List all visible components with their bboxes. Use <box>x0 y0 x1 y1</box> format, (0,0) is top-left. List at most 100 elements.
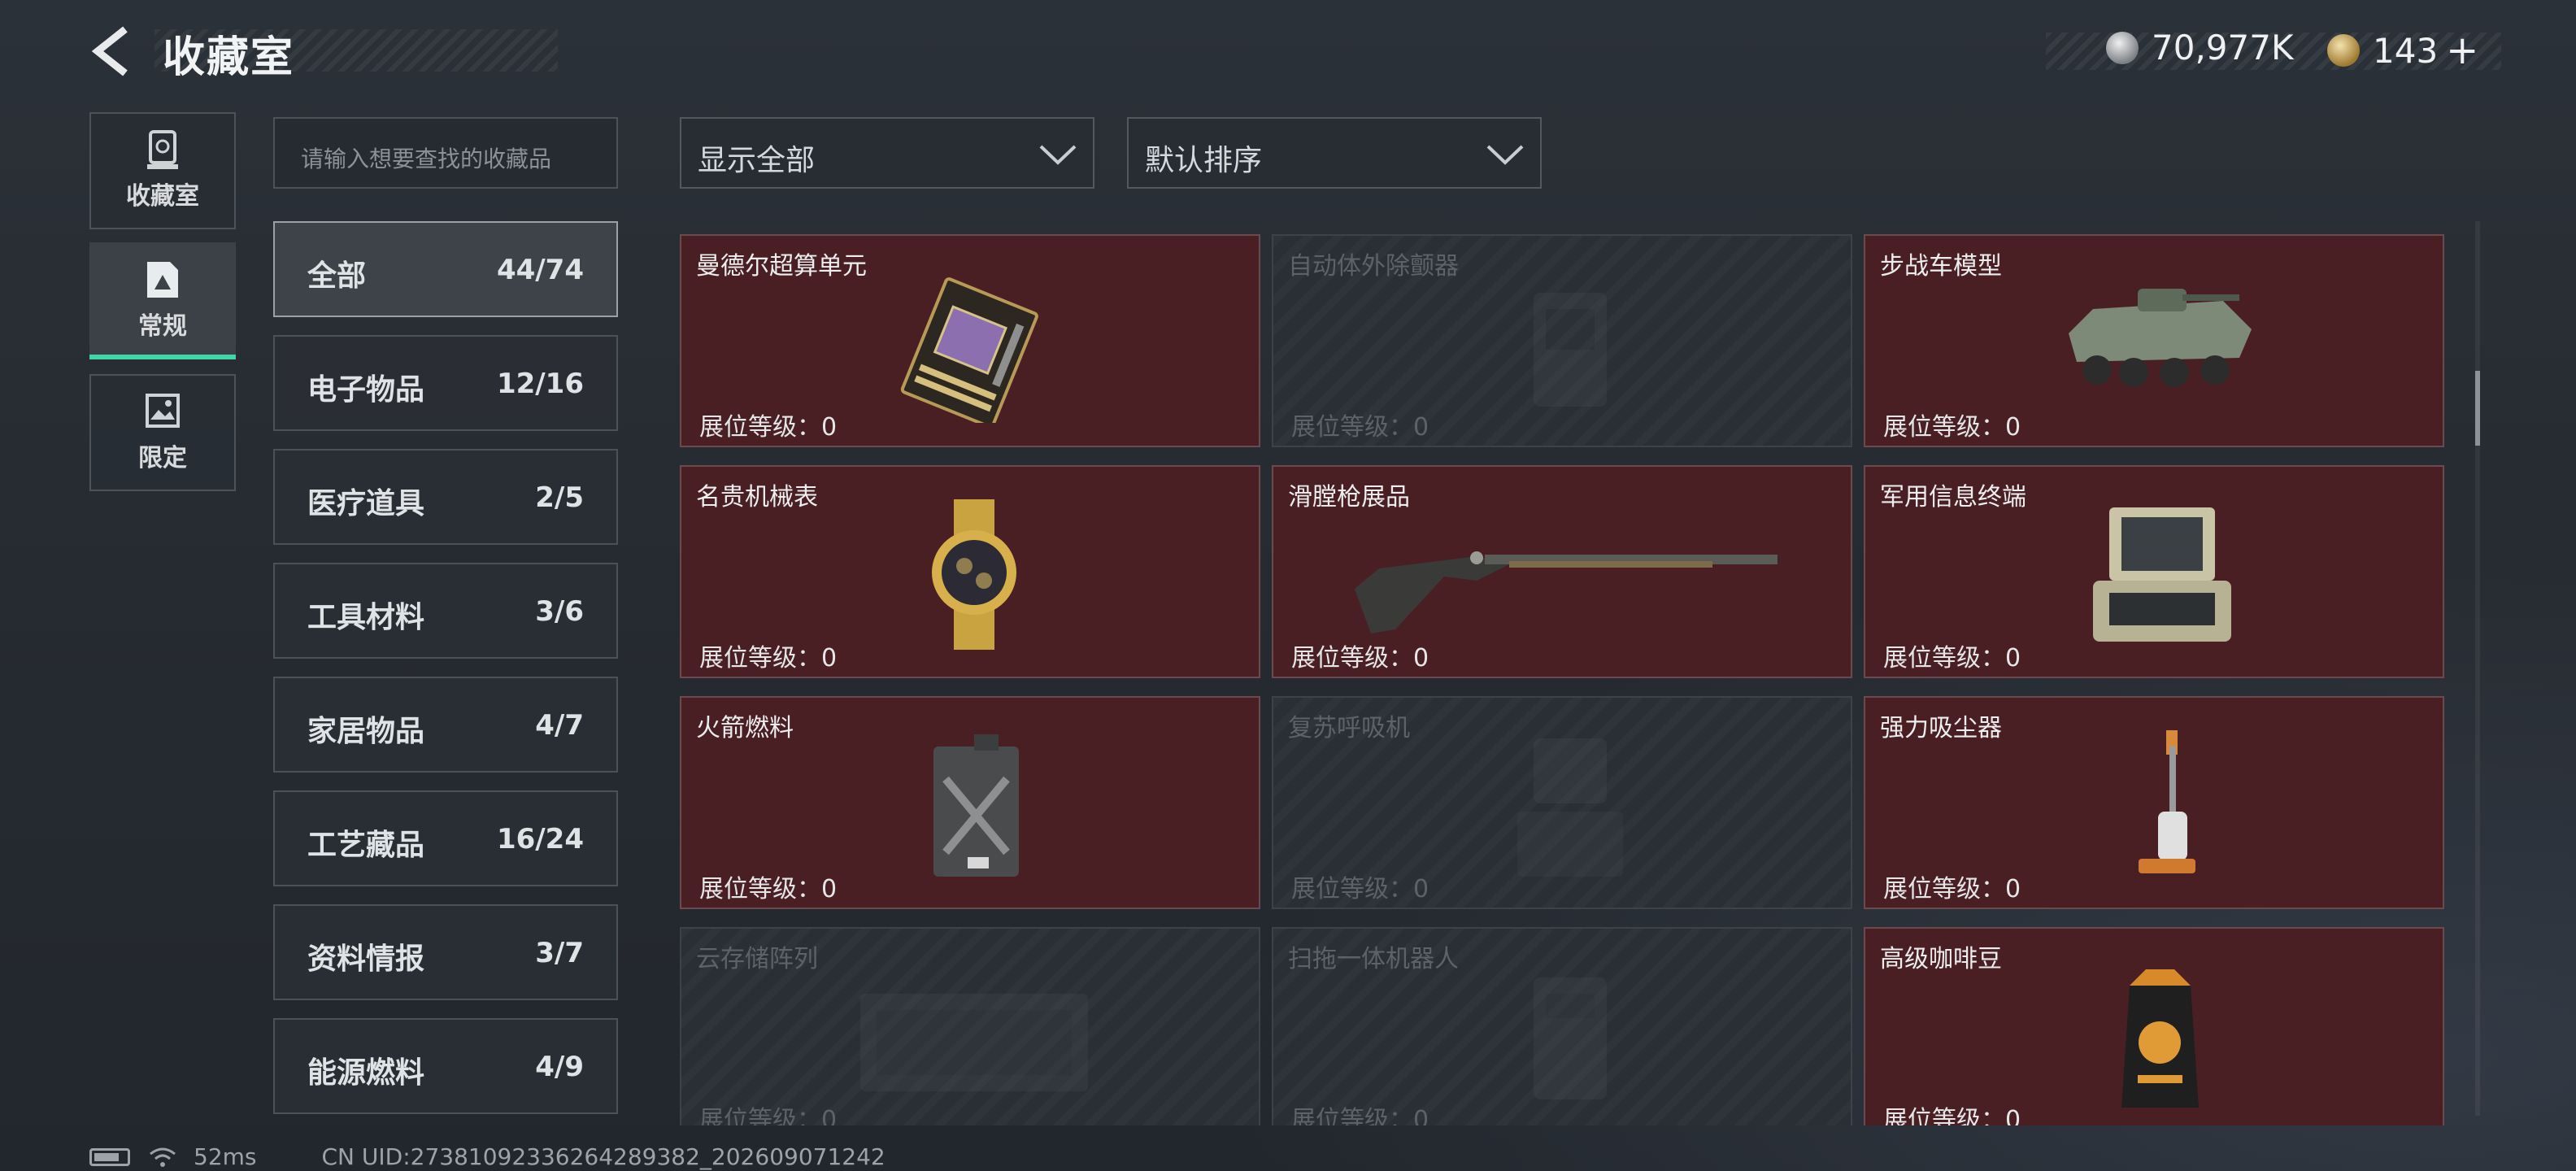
item-name: 强力吸尘器 <box>1880 714 2002 742</box>
category-count: 4/9 <box>535 1051 584 1083</box>
side-tab-label: 限定 <box>138 444 187 472</box>
back-button[interactable] <box>88 24 138 78</box>
item-card[interactable]: 军用信息终端 展位等级：0 <box>1864 465 2444 678</box>
circuit-board-icon <box>900 277 1038 423</box>
silver-coin-icon <box>2106 31 2139 64</box>
category-count: 3/6 <box>535 595 584 628</box>
collection-grid: 曼德尔超算单元 展位等级：0 自动体外除颤器 展位等级：0 步战车模型 展位等级… <box>680 231 2461 1125</box>
item-card[interactable]: 步战车模型 展位等级：0 <box>1864 234 2444 447</box>
item-card[interactable]: 扫拖一体机器人 展位等级：0 <box>1272 927 1852 1125</box>
network-latency: 52ms <box>194 1143 257 1170</box>
image-frame-icon <box>146 394 180 428</box>
grid-scrollbar-track[interactable] <box>2475 221 2480 1116</box>
category-count: 2/5 <box>535 481 584 514</box>
booth-level: 展位等级：0 <box>699 875 838 903</box>
coffee-bag-icon <box>2121 969 2199 1108</box>
side-tab-collection-room[interactable]: 收藏室 <box>89 112 236 229</box>
item-card[interactable]: 云存储阵列 展位等级：0 <box>680 927 1260 1125</box>
category-intel[interactable]: 资料情报 3/7 <box>273 904 618 1000</box>
page-title: 收藏室 <box>163 33 295 82</box>
item-name: 火箭燃料 <box>696 714 794 742</box>
category-count: 12/16 <box>496 368 584 400</box>
back-arrow-icon <box>91 26 128 76</box>
item-card[interactable]: 自动体外除颤器 展位等级：0 <box>1272 234 1852 447</box>
category-name: 全部 <box>307 259 367 293</box>
category-fuel[interactable]: 能源燃料 4/9 <box>273 1018 618 1114</box>
category-name: 资料情报 <box>307 942 425 976</box>
category-tools[interactable]: 工具材料 3/6 <box>273 563 618 659</box>
item-name: 曼德尔超算单元 <box>696 252 867 281</box>
chevron-down-icon <box>1039 145 1077 165</box>
booth-level: 展位等级：0 <box>1883 413 2021 442</box>
booth-level: 展位等级：0 <box>1291 413 1429 442</box>
wristwatch-icon <box>932 499 1016 650</box>
gold-amount: 143 <box>2373 30 2439 71</box>
side-tab-limited[interactable]: 限定 <box>89 374 236 491</box>
jerrycan-icon <box>933 734 1019 877</box>
item-card[interactable]: 复苏呼吸机 展位等级：0 <box>1272 696 1852 909</box>
display-filter-dropdown[interactable]: 显示全部 <box>680 117 1094 189</box>
side-tab-regular[interactable]: 常规 <box>89 242 236 359</box>
item-name: 复苏呼吸机 <box>1288 714 1410 742</box>
sort-dropdown[interactable]: 默认排序 <box>1127 117 1542 189</box>
picture-icon <box>147 262 178 298</box>
item-card[interactable]: 曼德尔超算单元 展位等级：0 <box>680 234 1260 447</box>
item-card[interactable]: 滑膛枪展品 展位等级：0 <box>1272 465 1852 678</box>
category-count: 44/74 <box>496 254 584 286</box>
gold-currency[interactable]: 143 + <box>2327 28 2478 73</box>
item-name: 云存储阵列 <box>696 945 818 973</box>
search-input[interactable]: 请输入想要查找的收藏品 <box>273 117 618 189</box>
category-all[interactable]: 全部 44/74 <box>273 221 618 317</box>
robot-mop-icon <box>1534 977 1607 1099</box>
category-name: 能源燃料 <box>307 1056 425 1090</box>
category-count: 3/7 <box>535 937 584 969</box>
booth-level: 展位等级：0 <box>699 413 838 442</box>
category-count: 16/24 <box>496 823 584 855</box>
booth-level: 展位等级：0 <box>699 1106 838 1125</box>
display-filter-value: 显示全部 <box>698 144 816 177</box>
category-name: 工艺藏品 <box>307 829 425 862</box>
ventilator-icon <box>1517 738 1623 877</box>
booth-level: 展位等级：0 <box>1291 875 1429 903</box>
item-name: 步战车模型 <box>1880 252 2002 281</box>
item-name: 扫拖一体机器人 <box>1288 945 1459 973</box>
booth-level: 展位等级：0 <box>1291 644 1429 673</box>
vacuum-cleaner-icon <box>2139 730 2195 873</box>
category-name: 家居物品 <box>307 715 425 748</box>
booth-level: 展位等级：0 <box>1883 875 2021 903</box>
category-name: 工具材料 <box>307 601 425 634</box>
musket-icon <box>1355 551 1778 633</box>
header: 收藏室 70,977K 143 + <box>0 0 2576 106</box>
status-bar: 52ms CN UID:273810923362642893​82_202609… <box>89 1143 886 1170</box>
category-name: 医疗道具 <box>307 487 425 520</box>
chevron-down-icon <box>1486 145 1524 165</box>
user-uid: CN UID:273810923362642893​82_20260907124… <box>321 1143 886 1170</box>
armored-vehicle-icon <box>2069 289 2252 387</box>
item-name: 自动体外除颤器 <box>1288 252 1459 281</box>
add-currency-icon[interactable]: + <box>2446 28 2478 73</box>
item-name: 名贵机械表 <box>696 483 818 511</box>
side-tab-label: 常规 <box>138 312 187 341</box>
silver-amount: 70,977K <box>2152 28 2294 67</box>
battery-icon <box>89 1147 130 1166</box>
defibrillator-icon <box>1534 293 1607 407</box>
booth-level: 展位等级：0 <box>1291 1106 1429 1125</box>
wifi-icon <box>150 1147 176 1167</box>
category-electronics[interactable]: 电子物品 12/16 <box>273 335 618 431</box>
item-card[interactable]: 名贵机械表 展位等级：0 <box>680 465 1260 678</box>
item-card[interactable]: 强力吸尘器 展位等级：0 <box>1864 696 2444 909</box>
side-tab-label: 收藏室 <box>126 182 199 211</box>
item-card[interactable]: 高级咖啡豆 展位等级：0 <box>1864 927 2444 1125</box>
sort-value: 默认排序 <box>1145 144 1263 177</box>
category-crafts[interactable]: 工艺藏品 16/24 <box>273 790 618 886</box>
booth-level: 展位等级：0 <box>1883 1106 2021 1125</box>
category-household[interactable]: 家居物品 4/7 <box>273 677 618 773</box>
gold-coin-icon <box>2327 34 2360 67</box>
item-card[interactable]: 火箭燃料 展位等级：0 <box>680 696 1260 909</box>
category-name: 电子物品 <box>307 373 425 407</box>
booth-level: 展位等级：0 <box>699 644 838 673</box>
grid-scrollbar-thumb[interactable] <box>2475 371 2480 446</box>
search-placeholder: 请输入想要查找的收藏品 <box>301 146 552 172</box>
category-medical[interactable]: 医疗道具 2/5 <box>273 449 618 545</box>
rugged-terminal-icon <box>2093 507 2231 642</box>
